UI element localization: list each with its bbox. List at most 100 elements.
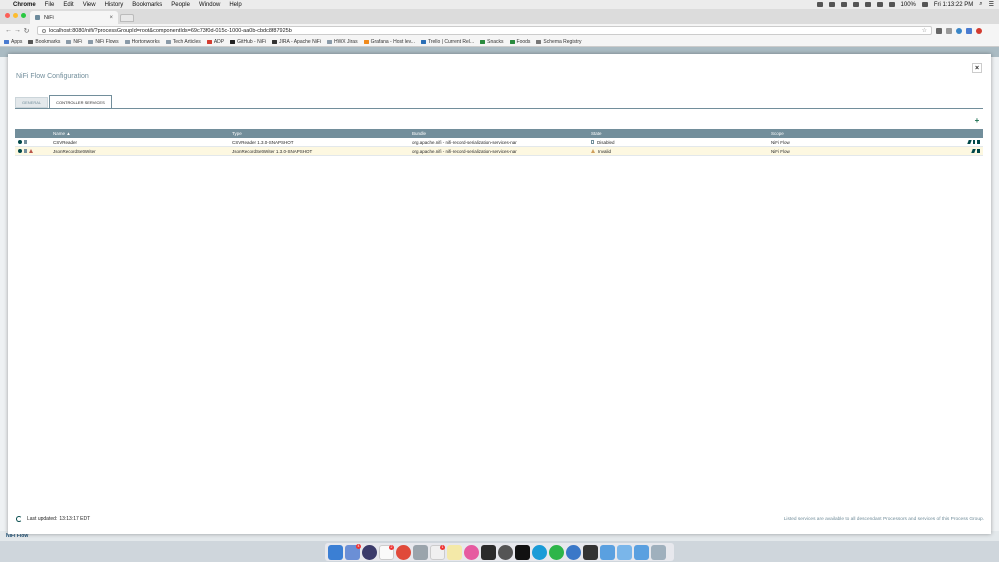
extension-icon[interactable] bbox=[966, 27, 972, 34]
applications-folder-icon[interactable] bbox=[634, 544, 649, 560]
cell-type: JsonRecordSetWriter 1.3.0-SNAPSHOT bbox=[232, 148, 313, 154]
bookmark-star-icon[interactable]: ☆ bbox=[922, 27, 927, 34]
validation-warning-icon[interactable] bbox=[29, 149, 33, 153]
trash-icon[interactable] bbox=[651, 544, 666, 560]
activity-monitor-icon[interactable] bbox=[481, 544, 496, 560]
address-bar[interactable]: localhost:8080/nifi/?processGroupId=root… bbox=[37, 26, 932, 35]
usage-docs-icon[interactable] bbox=[24, 140, 27, 144]
menu-view[interactable]: View bbox=[83, 2, 96, 8]
menu-window[interactable]: Window bbox=[199, 2, 220, 8]
bookmark-item[interactable]: Bookmarks bbox=[28, 39, 60, 45]
dialog-close-button[interactable]: × bbox=[972, 63, 982, 73]
tab-controller-services[interactable]: CONTROLLER SERVICES bbox=[49, 95, 112, 108]
window-zoom-icon[interactable] bbox=[21, 13, 26, 18]
bluetooth-icon[interactable] bbox=[864, 2, 871, 7]
bookmark-item[interactable]: Foods bbox=[509, 39, 530, 45]
configure-pencil-icon[interactable] bbox=[967, 140, 972, 144]
notification-center-icon[interactable]: ☰ bbox=[989, 1, 994, 8]
system-preferences-icon[interactable] bbox=[498, 544, 513, 560]
column-header-type[interactable]: Type bbox=[230, 131, 410, 136]
menu-app-name[interactable]: Chrome bbox=[13, 2, 36, 8]
enable-bolt-icon[interactable] bbox=[973, 140, 975, 144]
cell-scope: NiFi Flow bbox=[771, 139, 790, 145]
network-icon[interactable] bbox=[566, 544, 581, 560]
new-tab-button[interactable] bbox=[120, 14, 134, 22]
back-arrow-icon[interactable]: ← bbox=[4, 27, 13, 34]
info-icon[interactable] bbox=[18, 149, 22, 153]
browser-tab-nifi[interactable]: NiFi × bbox=[30, 11, 118, 24]
menu-history[interactable]: History bbox=[105, 2, 124, 8]
cloud-icon[interactable] bbox=[828, 2, 835, 7]
menu-bookmarks[interactable]: Bookmarks bbox=[132, 2, 162, 8]
window-close-icon[interactable] bbox=[5, 13, 10, 18]
battery-percent[interactable]: 100% bbox=[901, 2, 916, 8]
bookmark-item[interactable]: ADP bbox=[206, 39, 224, 45]
extension-icon[interactable] bbox=[976, 27, 982, 34]
reload-icon[interactable]: ↻ bbox=[22, 27, 31, 35]
bookmark-item[interactable]: GitHub - NiFi bbox=[230, 39, 266, 45]
terminal-icon[interactable] bbox=[515, 544, 530, 560]
messages-icon[interactable] bbox=[532, 544, 547, 560]
chrome-icon[interactable] bbox=[396, 544, 411, 560]
menu-clock[interactable]: Fri 1:13:22 PM bbox=[934, 2, 973, 8]
folder-icon[interactable] bbox=[583, 544, 598, 560]
finder-icon[interactable] bbox=[328, 544, 343, 560]
itunes-icon[interactable] bbox=[464, 544, 479, 560]
spotlight-icon[interactable]: ⌕ bbox=[979, 1, 982, 8]
stickies-icon[interactable] bbox=[447, 544, 462, 560]
column-header-scope[interactable]: Scope bbox=[769, 131, 949, 136]
tab-close-icon[interactable]: × bbox=[109, 15, 113, 21]
bookmark-item[interactable]: NiFi Flows bbox=[88, 39, 119, 45]
bookmark-item[interactable]: NiFi bbox=[66, 39, 82, 45]
page-info-icon[interactable] bbox=[42, 28, 46, 33]
preview-icon[interactable] bbox=[413, 544, 428, 560]
menu-help[interactable]: Help bbox=[229, 2, 241, 8]
eclipse-icon[interactable] bbox=[362, 544, 377, 560]
downloads-folder-icon[interactable] bbox=[600, 544, 615, 560]
bookmark-item[interactable]: Apps bbox=[4, 39, 22, 45]
bookmark-item[interactable]: Snacks bbox=[480, 39, 504, 45]
delete-trash-icon[interactable] bbox=[977, 140, 980, 144]
bookmark-item[interactable]: Hortonworks bbox=[124, 39, 160, 45]
forward-arrow-icon[interactable]: → bbox=[13, 27, 22, 34]
table-row[interactable]: JsonRecordSetWriter JsonRecordSetWriter … bbox=[15, 147, 983, 156]
configure-pencil-icon[interactable] bbox=[971, 149, 976, 153]
bookmark-label: JIRA - Apache NiFi bbox=[279, 38, 321, 45]
dropbox-icon[interactable] bbox=[816, 2, 823, 7]
extension-icon[interactable] bbox=[946, 27, 952, 34]
info-icon[interactable] bbox=[18, 140, 22, 144]
bookmark-item[interactable]: Grafana - Host lev... bbox=[363, 39, 415, 45]
extension-icon[interactable] bbox=[956, 27, 962, 34]
delete-trash-icon[interactable] bbox=[977, 149, 980, 153]
calendar-badge: 2 bbox=[389, 544, 394, 550]
bookmark-item[interactable]: Trello | Current Rel... bbox=[420, 39, 474, 45]
column-header-state[interactable]: State bbox=[589, 131, 769, 136]
battery-icon[interactable] bbox=[921, 2, 928, 7]
extension-icon[interactable] bbox=[936, 27, 942, 34]
add-controller-service-button[interactable]: + bbox=[973, 117, 981, 125]
usage-docs-icon[interactable] bbox=[24, 149, 27, 153]
column-header-bundle[interactable]: Bundle bbox=[410, 131, 589, 136]
menu-file[interactable]: File bbox=[45, 2, 55, 8]
spotify-icon[interactable] bbox=[549, 544, 564, 560]
volume-icon[interactable] bbox=[888, 2, 895, 7]
column-header-name[interactable]: Name ▲ bbox=[51, 131, 230, 136]
bookmark-item[interactable]: Schema Registry bbox=[536, 39, 582, 45]
wifi-icon[interactable] bbox=[876, 2, 883, 7]
bookmark-item[interactable]: JIRA - Apache NiFi bbox=[272, 39, 321, 45]
table-row[interactable]: CSVReader CSVReader 1.3.0-SNAPSHOT org.a… bbox=[15, 138, 983, 147]
mail-icon[interactable]: 4 bbox=[345, 543, 361, 560]
documents-folder-icon[interactable] bbox=[617, 544, 632, 560]
menu-edit[interactable]: Edit bbox=[63, 2, 73, 8]
tab-general[interactable]: GENERAL bbox=[15, 97, 49, 108]
display-icon[interactable] bbox=[840, 2, 847, 7]
refresh-icon[interactable] bbox=[16, 516, 22, 522]
bookmark-item[interactable]: Tech Articles bbox=[165, 39, 201, 45]
table-header: Name ▲ Type Bundle State Scope bbox=[15, 129, 983, 138]
calendar-icon[interactable]: 2 bbox=[379, 544, 394, 560]
window-minimize-icon[interactable] bbox=[13, 13, 18, 18]
bookmark-item[interactable]: HWX Jiras bbox=[326, 39, 358, 45]
menu-people[interactable]: People bbox=[171, 2, 190, 8]
reminders-icon[interactable]: 1 bbox=[430, 544, 445, 560]
airplay-icon[interactable] bbox=[852, 2, 859, 7]
